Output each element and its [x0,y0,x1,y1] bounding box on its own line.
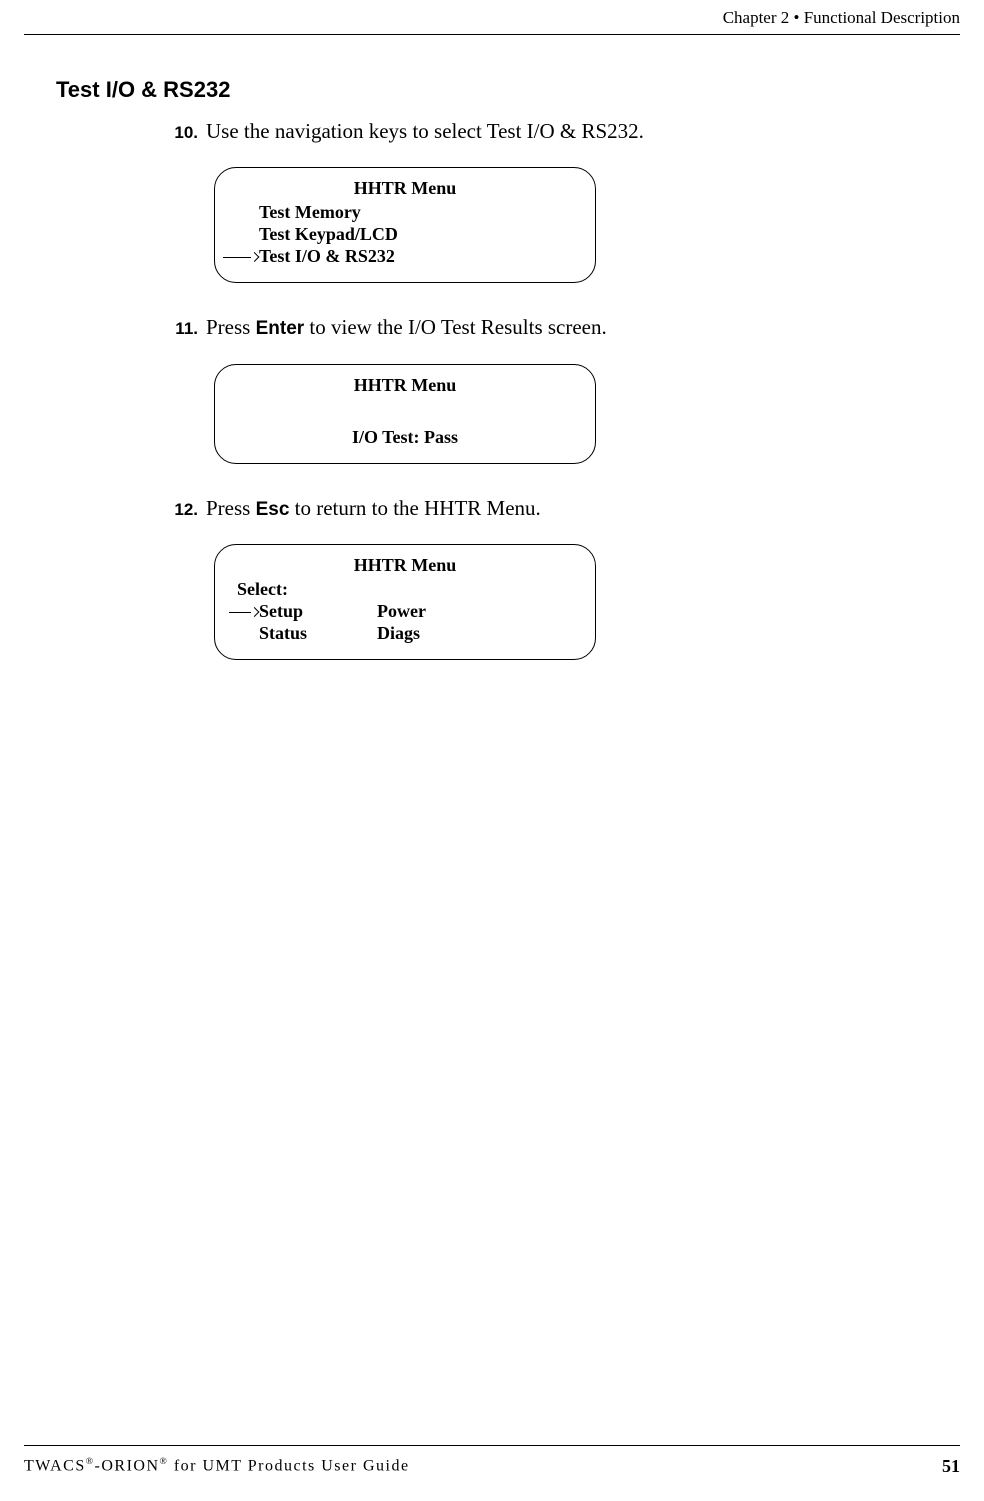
screen-select-label: Select: [231,579,579,601]
footer-text: for UMT Products User Guide [168,1457,409,1474]
step-text-part: Press [206,496,256,520]
step-number: 12. [170,500,206,520]
page-number: 51 [942,1456,960,1477]
page-content: Test I/O & RS232 10. Use the navigation … [0,35,984,660]
step-text-part: to return to the HHTR Menu. [289,496,540,520]
menu-item: Diags [377,623,426,645]
screen-line-selected: Test I/O & RS232 [231,246,579,268]
key-enter: Enter [256,318,305,339]
footer-guide-title: TWACS®-ORION® for UMT Products User Guid… [24,1456,410,1477]
screen-columns: Setup Status Power Diags [231,601,579,645]
step-number: 10. [170,123,206,143]
page-footer: TWACS®-ORION® for UMT Products User Guid… [0,1445,984,1477]
step-12: 12. Press Esc to return to the HHTR Menu… [170,494,944,523]
footer-text: TWACS [24,1457,86,1474]
footer-row: TWACS®-ORION® for UMT Products User Guid… [24,1456,960,1477]
lcd-screen-3: HHTR Menu Select: Setup Status Power Dia… [214,544,596,660]
step-text: Press Esc to return to the HHTR Menu. [206,494,541,523]
screen-title: HHTR Menu [231,555,579,577]
registered-icon: ® [160,1456,169,1467]
screen-col1: Setup Status [237,601,377,645]
screen-col2: Power Diags [377,601,426,645]
screen-result: I/O Test: Pass [231,427,579,449]
lcd-screen-2: HHTR Menu I/O Test: Pass [214,364,596,464]
screen-line: Test Memory [231,202,579,224]
menu-item: Setup [259,601,377,623]
registered-icon: ® [86,1456,95,1467]
screen-title: HHTR Menu [231,375,579,397]
footer-rule [24,1445,960,1446]
step-text: Use the navigation keys to select Test I… [206,117,644,145]
footer-text: -ORION [95,1457,160,1474]
page-header: Chapter 2 • Functional Description [0,0,984,28]
step-text-part: to view the I/O Test Results screen. [304,315,607,339]
section-title: Test I/O & RS232 [56,77,944,103]
screen-line: Test Keypad/LCD [231,224,579,246]
screen-title: HHTR Menu [231,178,579,200]
key-esc: Esc [256,499,290,520]
step-text-part: Press [206,315,256,339]
step-10: 10. Use the navigation keys to select Te… [170,117,944,145]
step-number: 11. [170,319,206,339]
menu-item: Status [259,623,377,645]
menu-item: Power [377,601,426,623]
step-11: 11. Press Enter to view the I/O Test Res… [170,313,944,342]
chapter-label: Chapter 2 • Functional Description [723,8,960,27]
lcd-screen-1: HHTR Menu Test Memory Test Keypad/LCD Te… [214,167,596,283]
step-text: Press Enter to view the I/O Test Results… [206,313,607,342]
